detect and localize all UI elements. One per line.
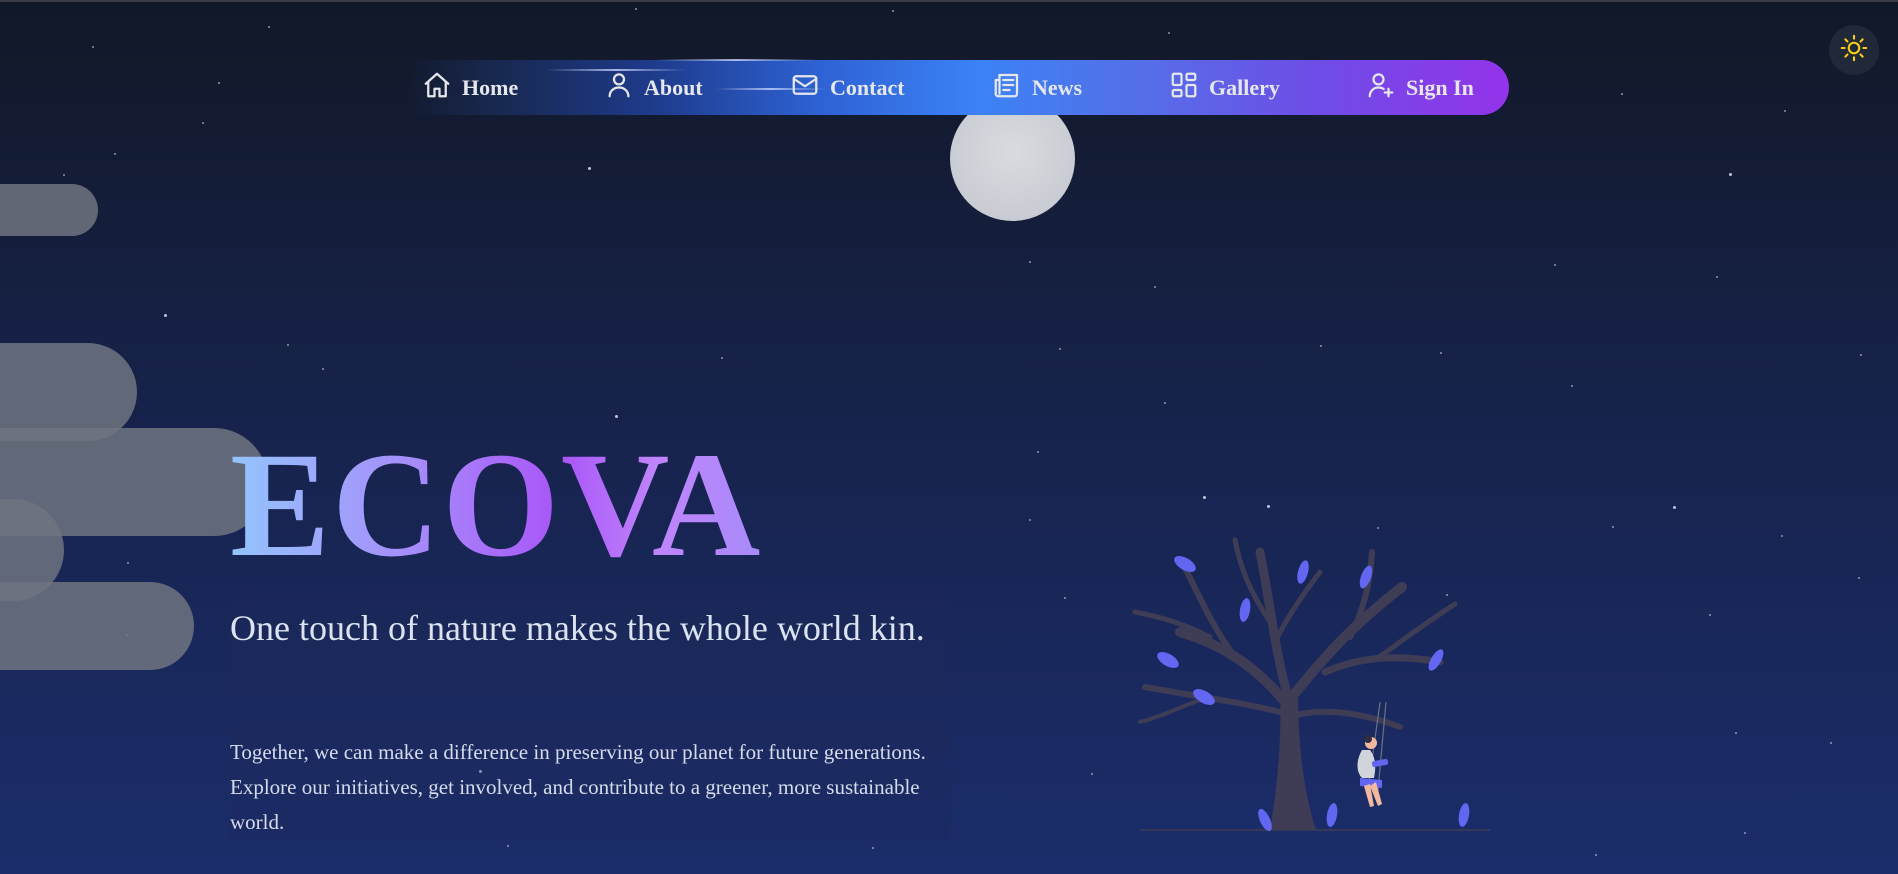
user-plus-icon [1366,70,1396,106]
mail-icon [790,70,820,106]
nav-news[interactable]: News [992,60,1082,115]
nav-home[interactable]: Home [422,60,518,115]
nav-contact[interactable]: Contact [790,60,905,115]
nav-about[interactable]: About [604,60,703,115]
cloud [0,184,98,236]
brand-title: ECOVA [230,422,763,588]
newspaper-icon [992,70,1022,106]
hero-description: Together, we can make a difference in pr… [230,740,926,834]
grid-icon [1169,70,1199,106]
cloud [0,343,137,441]
hero-tagline: One touch of nature makes the whole worl… [230,608,925,648]
main-navbar: Home About Contact News Gallery Sign In [406,59,1509,115]
theme-toggle-button[interactable] [1829,25,1879,75]
nav-sign-in[interactable]: Sign In [1366,60,1474,115]
nav-sign-in-label: Sign In [1406,74,1474,100]
nav-gallery[interactable]: Gallery [1169,60,1280,115]
tree-swing-illustration [1120,532,1500,832]
user-icon [604,70,634,106]
cloud [0,582,194,670]
home-icon [422,70,452,106]
nav-home-label: Home [462,74,519,100]
sun-icon [1840,34,1868,67]
nav-gallery-label: Gallery [1209,74,1280,100]
nav-contact-label: Contact [830,74,905,100]
nav-news-label: News [1032,74,1083,100]
nav-about-label: About [644,74,703,100]
